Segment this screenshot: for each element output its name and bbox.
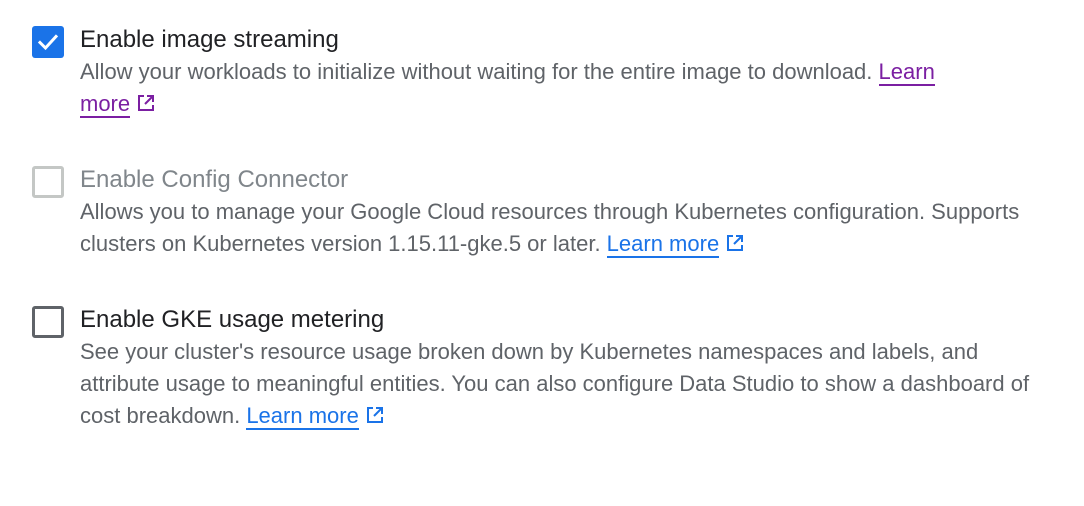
- external-link-icon[interactable]: [365, 405, 385, 425]
- gke-usage-metering-description: See your cluster's resource usage broken…: [80, 336, 1055, 432]
- image-streaming-description-text: Allow your workloads to initialize witho…: [80, 59, 879, 84]
- gke-usage-metering-checkbox[interactable]: [32, 306, 64, 338]
- config-connector-title: Enable Config Connector: [80, 166, 349, 193]
- image-streaming-description: Allow your workloads to initialize witho…: [80, 56, 1055, 120]
- gke-usage-metering-description-text: See your cluster's resource usage broken…: [80, 339, 1030, 428]
- config-connector-checkbox[interactable]: [32, 166, 64, 198]
- image-streaming-checkbox[interactable]: [32, 26, 64, 58]
- config-connector-learn-more-link[interactable]: Learn more: [606, 231, 720, 258]
- image-streaming-learn-more-link[interactable]: Learn: [878, 59, 935, 86]
- config-connector-description-text: Allows you to manage your Google Cloud r…: [80, 199, 1020, 256]
- gke-usage-metering-title: Enable GKE usage metering: [80, 306, 385, 333]
- external-link-icon[interactable]: [136, 93, 156, 113]
- external-link-icon[interactable]: [725, 233, 745, 253]
- config-connector-description: Allows you to manage your Google Cloud r…: [80, 196, 1055, 260]
- gke-usage-metering-learn-more-link[interactable]: Learn more: [246, 403, 359, 430]
- checkmark-icon: [37, 34, 59, 51]
- image-streaming-title: Enable image streaming: [80, 26, 339, 53]
- image-streaming-learn-more-link-cont[interactable]: more: [80, 91, 131, 118]
